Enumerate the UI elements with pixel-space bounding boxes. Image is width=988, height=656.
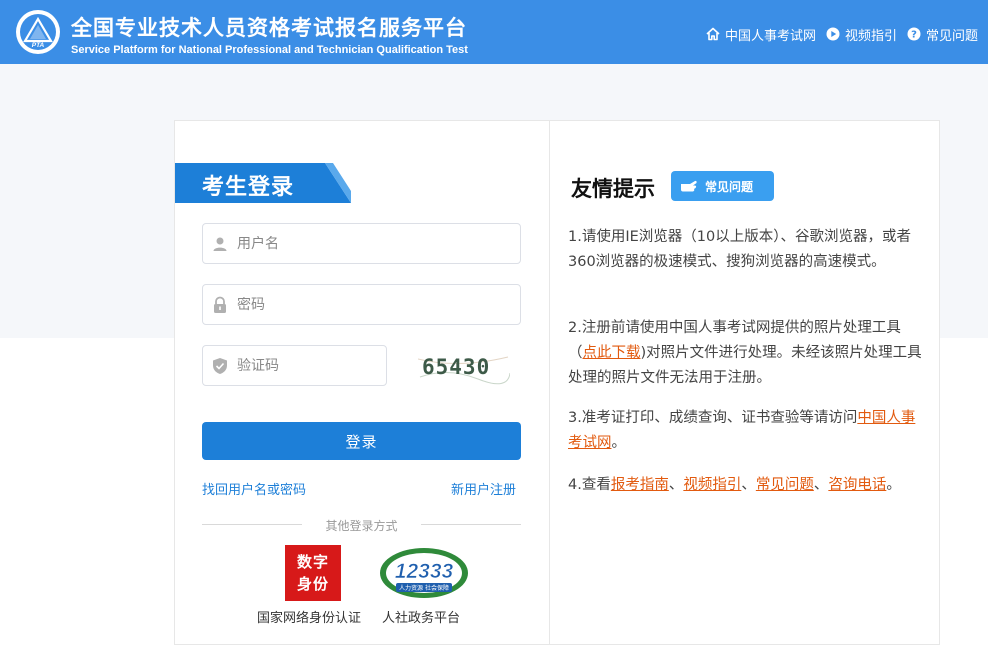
login-card: 考生登录 65430 登录 找回用户名或密码 新用户注册 其他登录方式 数字 <box>174 120 940 645</box>
hotline-link[interactable]: 咨询电话 <box>828 477 886 493</box>
user-icon <box>203 236 237 252</box>
nav-faq-link[interactable]: ? 常见问题 <box>907 25 978 44</box>
shield-icon <box>203 357 237 375</box>
tip-1: 1.请使用IE浏览器（10以上版本）、谷歌浏览器，或者360浏览器的极速模式、搜… <box>568 229 911 270</box>
play-icon <box>826 27 840 41</box>
12333-logo: 12333 人力资源 社会保障 <box>380 548 468 598</box>
svg-text:?: ? <box>911 30 917 41</box>
nav-video-guide-link[interactable]: 视频指引 <box>826 25 897 44</box>
login-button[interactable]: 登录 <box>202 422 521 460</box>
captcha-image[interactable]: 65430 <box>418 347 510 385</box>
captcha-text: 65430 <box>422 355 490 379</box>
tip-4-sep-2: 、 <box>741 477 756 493</box>
tip-3: 3.准考证打印、成绩查询、证书查验等请访问中国人事考试网。 <box>568 406 924 456</box>
site-subtitle: Service Platform for National Profession… <box>71 44 468 56</box>
12333-logo-text: 12333 <box>395 560 454 583</box>
register-link[interactable]: 新用户注册 <box>451 479 516 498</box>
nav-cpta-label: 中国人事考试网 <box>725 28 817 44</box>
forgot-password-link[interactable]: 找回用户名或密码 <box>202 479 306 498</box>
captcha-field[interactable] <box>202 345 387 386</box>
nav-cpta-link[interactable]: 中国人事考试网 <box>706 25 816 44</box>
nav-faq-label: 常见问题 <box>926 28 979 44</box>
password-input[interactable] <box>237 296 507 313</box>
logo-text: PTA <box>32 42 45 49</box>
video-guide-link[interactable]: 视频指引 <box>683 477 741 493</box>
username-input[interactable] <box>237 235 507 252</box>
tip-4-sep-1: 、 <box>668 477 684 493</box>
nav-video-guide-label: 视频指引 <box>845 28 898 44</box>
top-nav: 中国人事考试网 视频指引 ? 常见问题 <box>706 25 988 44</box>
12333-logo-subtext: 人力资源 社会保障 <box>399 584 449 592</box>
exam-guide-link[interactable]: 报考指南 <box>611 477 669 493</box>
home-icon <box>706 27 720 41</box>
digital-id-logo-line2: 身份 <box>296 575 329 593</box>
logo-emblem-icon: PTA <box>20 14 56 50</box>
digital-id-logo: 数字 身份 <box>285 545 341 601</box>
top-header: PTA 全国专业技术人员资格考试报名服务平台 Service Platform … <box>0 0 988 64</box>
tip-4-text-b: 。 <box>886 477 901 493</box>
question-icon: ? <box>907 27 921 41</box>
faq-badge-label: 常见问题 <box>705 179 754 194</box>
tip-4: 4.查看报考指南、视频指引、常见问题、咨询电话。 <box>568 473 924 498</box>
divider-right <box>421 524 521 525</box>
download-tool-link[interactable]: 点此下载 <box>583 345 641 361</box>
login-title: 考生登录 <box>202 175 295 200</box>
pointing-hand-icon <box>681 180 697 192</box>
tip-4-sep-3: 、 <box>813 477 829 493</box>
divider-left <box>202 524 302 525</box>
password-field[interactable] <box>202 284 521 325</box>
lock-icon <box>203 296 237 314</box>
digital-id-label: 国家网络身份认证 <box>257 611 362 626</box>
tips-title: 友情提示 <box>571 177 655 201</box>
other-login-label: 其他登录方式 <box>325 519 398 533</box>
pta-logo[interactable]: PTA <box>16 10 60 54</box>
card-divider <box>549 121 550 644</box>
captcha-input[interactable] <box>237 357 377 374</box>
tip-3-text-b: 。 <box>611 435 627 451</box>
tip-2: 2.注册前请使用中国人事考试网提供的照片处理工具（点此下载)对照片文件进行处理。… <box>568 316 924 391</box>
tip-4-text-a: 4.查看 <box>568 477 611 493</box>
site-title: 全国专业技术人员资格考试报名服务平台 <box>71 16 467 40</box>
faq-badge-button[interactable]: 常见问题 <box>671 171 774 201</box>
digital-id-logo-line1: 数字 <box>296 553 329 571</box>
faq-link[interactable]: 常见问题 <box>756 477 814 493</box>
login-tab: 考生登录 <box>175 163 351 203</box>
12333-label: 人社政务平台 <box>382 611 461 626</box>
tip-3-text-a: 3.准考证打印、成绩查询、证书查验等请访问 <box>568 410 858 426</box>
username-field[interactable] <box>202 223 521 264</box>
